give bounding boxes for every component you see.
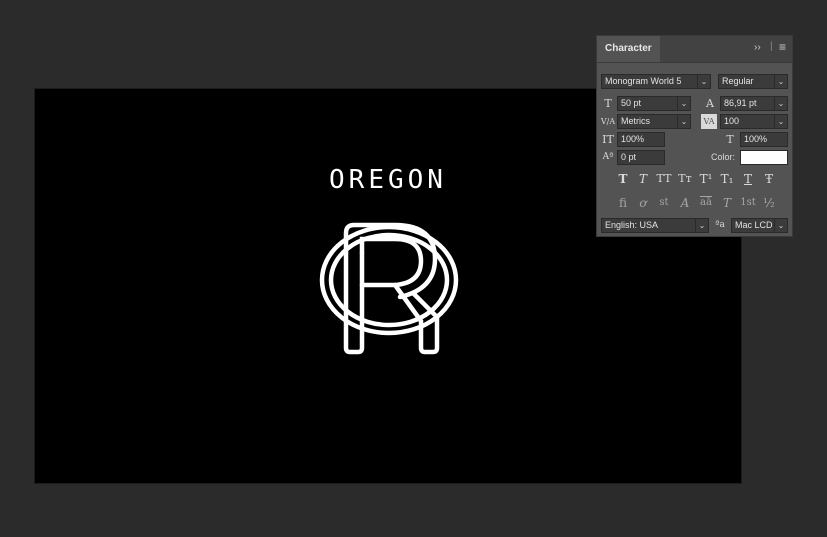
underline-button[interactable]: T [738, 170, 758, 188]
faux-italic-button[interactable]: T [633, 170, 653, 188]
subscript-button[interactable]: T₁ [717, 170, 737, 188]
chevron-down-icon: ⌄ [774, 115, 787, 128]
panel-menu-icon[interactable]: ≡ [779, 40, 786, 54]
color-label: Color: [711, 152, 736, 162]
character-panel: Character ›› | ≡ Monogram World 5 ⌄ Regu… [596, 35, 793, 237]
baseline-shift-input[interactable]: 0 pt [617, 150, 665, 165]
horizontal-scale-input[interactable]: 100% [740, 132, 788, 147]
discretionary-ligatures-button[interactable]: st [654, 194, 674, 212]
tracking-value: 100 [724, 116, 740, 126]
font-style-select[interactable]: Regular ⌄ [718, 74, 788, 89]
character-tab[interactable]: Character [597, 36, 660, 62]
font-size-value: 50 pt [621, 98, 642, 108]
chevron-down-icon: ⌄ [677, 115, 690, 128]
horizontal-scale-icon: T [726, 133, 734, 146]
leading-icon: A [706, 97, 714, 110]
strikethrough-button[interactable]: Ŧ [759, 170, 779, 188]
tracking-select[interactable]: 100 ⌄ [720, 114, 788, 129]
kerning-value: Metrics [621, 116, 650, 126]
language-value: English: USA [605, 220, 659, 230]
stylistic-alternates-button[interactable]: aā [696, 194, 716, 212]
collapse-icon[interactable]: ›› [754, 42, 761, 53]
titling-alternates-button[interactable]: T [717, 194, 737, 212]
contextual-alternates-button[interactable]: ơ [633, 194, 653, 212]
ligatures-button[interactable]: ﬁ [613, 194, 633, 212]
monogram-logo[interactable] [315, 217, 465, 447]
chevron-down-icon: ⌄ [677, 97, 690, 110]
font-style-value: Regular [722, 76, 754, 86]
chevron-down-icon: ⌄ [774, 219, 787, 232]
kerning-icon: V/A [600, 117, 616, 126]
chevron-down-icon: ⌄ [697, 75, 710, 88]
language-select[interactable]: English: USA ⌄ [601, 218, 709, 233]
vertical-scale-input[interactable]: 100% [617, 132, 665, 147]
faux-bold-button[interactable]: T [613, 170, 633, 188]
chevron-down-icon: ⌄ [774, 97, 787, 110]
color-swatch[interactable] [740, 150, 788, 165]
leading-value: 86,91 pt [724, 98, 757, 108]
small-caps-button[interactable]: Tт [675, 170, 695, 188]
baseline-shift-icon: Aª [602, 152, 614, 162]
ordinals-button[interactable]: 1st [738, 194, 758, 212]
panel-divider: | [770, 41, 773, 52]
font-family-value: Monogram World 5 [605, 76, 682, 86]
vertical-scale-icon: IT [602, 133, 614, 146]
antialias-select[interactable]: Mac LCD ⌄ [731, 218, 788, 233]
chevron-down-icon: ⌄ [695, 219, 708, 232]
chevron-down-icon: ⌄ [774, 75, 787, 88]
leading-select[interactable]: 86,91 pt ⌄ [720, 96, 788, 111]
kerning-select[interactable]: Metrics ⌄ [617, 114, 691, 129]
all-caps-button[interactable]: TT [654, 170, 674, 188]
fractions-button[interactable]: ½ [759, 194, 779, 212]
panel-header: Character ›› | ≡ [597, 36, 792, 63]
antialias-value: Mac LCD [735, 220, 773, 230]
tracking-icon: VA [701, 114, 717, 129]
superscript-button[interactable]: T¹ [696, 170, 716, 188]
antialias-icon: ªa [715, 220, 725, 230]
swash-button[interactable]: A [675, 194, 695, 212]
font-size-select[interactable]: 50 pt ⌄ [617, 96, 691, 111]
font-size-icon: T [604, 97, 612, 110]
font-family-select[interactable]: Monogram World 5 ⌄ [601, 74, 711, 89]
